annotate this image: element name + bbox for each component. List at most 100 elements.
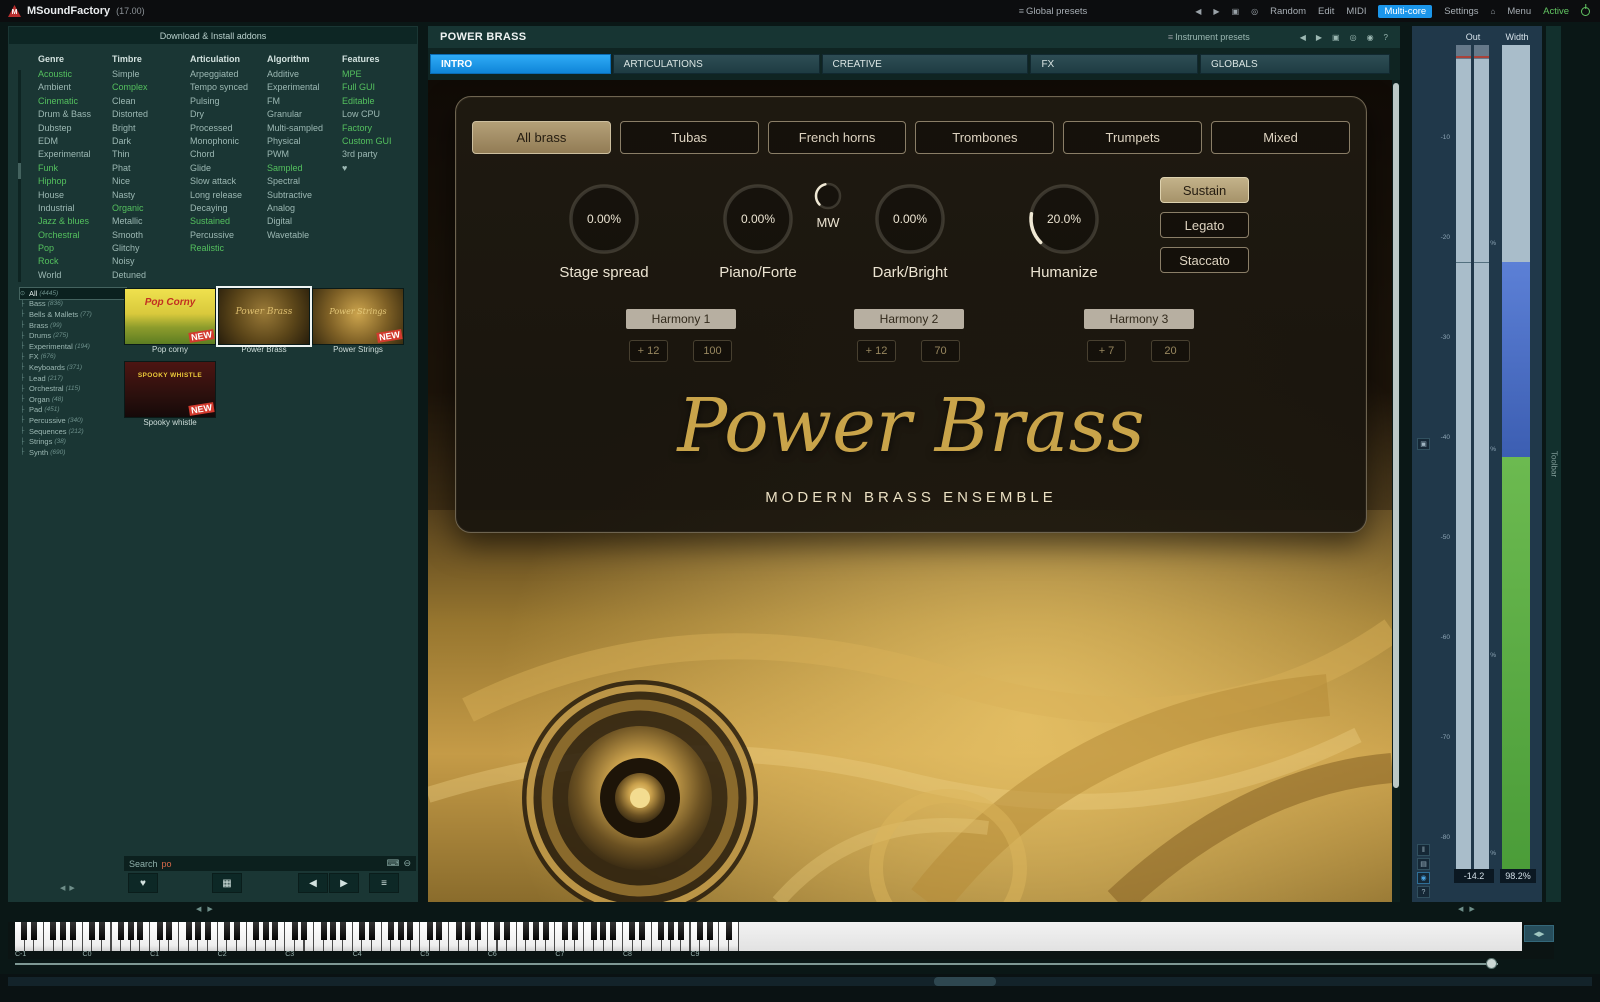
tree-item-experimental[interactable]: ├Experimental(194) xyxy=(20,341,126,352)
filter-item-clean[interactable]: Clean xyxy=(112,95,190,108)
black-key[interactable] xyxy=(562,922,568,940)
meter-help-icon[interactable]: ? xyxy=(1417,886,1430,898)
articulation-legato[interactable]: Legato xyxy=(1160,212,1249,238)
black-key[interactable] xyxy=(504,922,510,940)
favorites-button[interactable]: ♥ xyxy=(128,873,158,893)
browser-bottom-handle[interactable]: ◀ ▶ xyxy=(60,884,76,892)
multicore-toggle[interactable]: Multi-core xyxy=(1378,5,1432,18)
filter-item-mpe[interactable]: MPE xyxy=(342,68,406,81)
black-key[interactable] xyxy=(21,922,27,940)
filter-item-bright[interactable]: Bright xyxy=(112,122,190,135)
section-button-all-brass[interactable]: All brass xyxy=(472,121,611,154)
prev-result-button[interactable]: ◀ xyxy=(298,873,328,893)
harmony-3-amount[interactable]: 20 xyxy=(1151,340,1190,362)
tree-item-all[interactable]: ⊙All(4445) xyxy=(20,288,126,299)
filter-item-analog[interactable]: Analog xyxy=(267,202,342,215)
keyboard-zoom-slider[interactable] xyxy=(8,958,1554,970)
bottom-scrollbar-thumb[interactable] xyxy=(934,977,996,986)
knob-dial[interactable]: 20.0% xyxy=(1026,181,1102,257)
knob-dial[interactable]: 0.00% xyxy=(720,181,796,257)
filter-item-hiphop[interactable]: Hiphop xyxy=(38,175,112,188)
harmony-2-interval[interactable]: + 12 xyxy=(857,340,896,362)
black-key[interactable] xyxy=(533,922,539,940)
black-key[interactable] xyxy=(697,922,703,940)
keyboard-pan-control[interactable]: ◀▶ xyxy=(1524,925,1554,942)
black-key[interactable] xyxy=(195,922,201,940)
filter-item-nasty[interactable]: Nasty xyxy=(112,189,190,202)
black-key[interactable] xyxy=(465,922,471,940)
black-key[interactable] xyxy=(610,922,616,940)
filter-item-slow-attack[interactable]: Slow attack xyxy=(190,175,267,188)
power-icon[interactable] xyxy=(1581,7,1590,16)
filter-item-glitchy[interactable]: Glitchy xyxy=(112,242,190,255)
tab-fx[interactable]: FX xyxy=(1030,54,1198,74)
filter-item-physical[interactable]: Physical xyxy=(267,135,342,148)
filter-item-ambient[interactable]: Ambient xyxy=(38,81,112,94)
settings-button[interactable]: Settings xyxy=(1444,6,1478,17)
tree-item-orchestral[interactable]: ├Orchestral(115) xyxy=(20,383,126,394)
filter-item-smooth[interactable]: Smooth xyxy=(112,229,190,242)
filter-item-long-release[interactable]: Long release xyxy=(190,189,267,202)
filter-item-processed[interactable]: Processed xyxy=(190,122,267,135)
harmony-1-interval[interactable]: + 12 xyxy=(629,340,668,362)
black-key[interactable] xyxy=(658,922,664,940)
black-key[interactable] xyxy=(157,922,163,940)
filter-item-wavetable[interactable]: Wavetable xyxy=(267,229,342,242)
menu-button[interactable]: Menu xyxy=(1507,6,1531,17)
filter-item-drum-bass[interactable]: Drum & Bass xyxy=(38,108,112,121)
midi-button[interactable]: MIDI xyxy=(1346,6,1366,17)
home-icon[interactable]: ⌂ xyxy=(1491,7,1496,16)
filter-item-glide[interactable]: Glide xyxy=(190,162,267,175)
tree-item-strings[interactable]: ├Strings(38) xyxy=(20,436,126,447)
filter-item-cinematic[interactable]: Cinematic xyxy=(38,95,112,108)
right-resize-handle[interactable]: ◀ ▶ xyxy=(1458,905,1477,913)
panel-icon[interactable]: ▣ xyxy=(1417,438,1430,450)
black-key[interactable] xyxy=(369,922,375,940)
black-key[interactable] xyxy=(272,922,278,940)
filter-item-granular[interactable]: Granular xyxy=(267,108,342,121)
filter-item-organic[interactable]: Organic xyxy=(112,202,190,215)
preset-thumb-pop-corny[interactable]: Pop CornyNEWPop corny xyxy=(124,288,216,355)
harmony-button-2[interactable]: Harmony 2 xyxy=(854,309,964,329)
black-key[interactable] xyxy=(456,922,462,940)
black-key[interactable] xyxy=(600,922,606,940)
black-key[interactable] xyxy=(707,922,713,940)
filter-item-dry[interactable]: Dry xyxy=(190,108,267,121)
harmony-1-amount[interactable]: 100 xyxy=(693,340,732,362)
filter-item-edm[interactable]: EDM xyxy=(38,135,112,148)
tree-item-sequences[interactable]: ├Sequences(212) xyxy=(20,426,126,437)
active-indicator[interactable]: Active xyxy=(1543,6,1569,17)
black-key[interactable] xyxy=(50,922,56,940)
filter-scrollbar[interactable] xyxy=(18,70,21,282)
filter-item-experimental[interactable]: Experimental xyxy=(267,81,342,94)
black-key[interactable] xyxy=(253,922,259,940)
black-key[interactable] xyxy=(234,922,240,940)
tree-item-organ[interactable]: ├Organ(48) xyxy=(20,394,126,405)
help-icon[interactable]: ? xyxy=(1384,33,1388,42)
filter-item-custom-gui[interactable]: Custom GUI xyxy=(342,135,406,148)
filter-item-house[interactable]: House xyxy=(38,189,112,202)
save-instrument-icon[interactable]: ▣ xyxy=(1332,33,1340,42)
toolbar-strip[interactable]: Toolbar xyxy=(1546,26,1561,902)
filter-item-rock[interactable]: Rock xyxy=(38,255,112,268)
black-key[interactable] xyxy=(543,922,549,940)
black-key[interactable] xyxy=(726,922,732,940)
black-key[interactable] xyxy=(475,922,481,940)
filter-item-simple[interactable]: Simple xyxy=(112,68,190,81)
filter-item-low-cpu[interactable]: Low CPU xyxy=(342,108,406,121)
filter-item-[interactable]: ♥ xyxy=(342,162,406,175)
filter-item-complex[interactable]: Complex xyxy=(112,81,190,94)
filter-item-metallic[interactable]: Metallic xyxy=(112,215,190,228)
black-key[interactable] xyxy=(301,922,307,940)
black-key[interactable] xyxy=(523,922,529,940)
tree-item-bass[interactable]: ├Bass(836) xyxy=(20,299,126,310)
filter-item-acoustic[interactable]: Acoustic xyxy=(38,68,112,81)
view-icon[interactable]: ◉ xyxy=(1367,33,1374,42)
filter-item-orchestral[interactable]: Orchestral xyxy=(38,229,112,242)
image-view-button[interactable]: ▦ xyxy=(212,873,242,893)
black-key[interactable] xyxy=(60,922,66,940)
keyboard-icon[interactable]: ⌨ xyxy=(386,858,399,869)
download-addons-button[interactable]: Download & Install addons xyxy=(9,27,417,44)
filter-item-decaying[interactable]: Decaying xyxy=(190,202,267,215)
filter-scrollbar-thumb[interactable] xyxy=(18,163,21,179)
